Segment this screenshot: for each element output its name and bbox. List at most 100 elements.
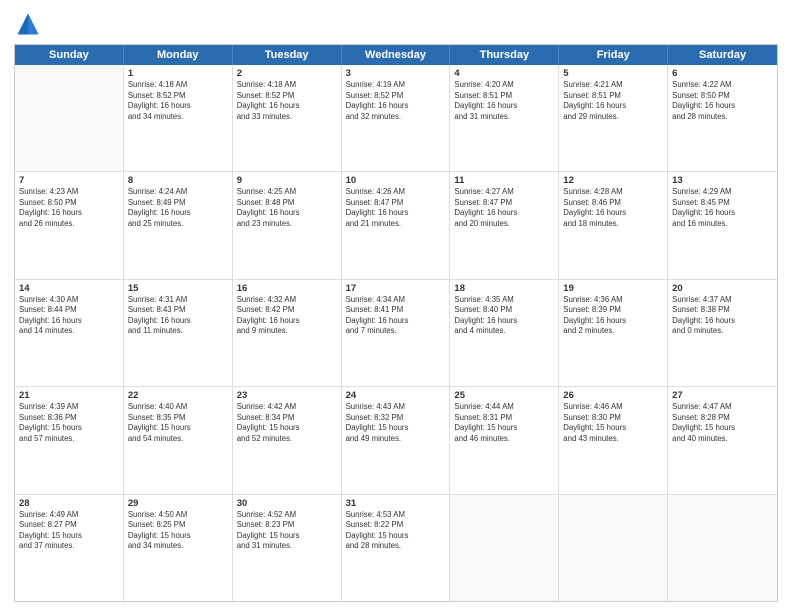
day-number: 29 [128,498,228,509]
day-info: Sunrise: 4:24 AM Sunset: 8:49 PM Dayligh… [128,187,228,229]
day-number: 7 [19,175,119,186]
calendar-cell: 8Sunrise: 4:24 AM Sunset: 8:49 PM Daylig… [124,172,233,278]
day-info: Sunrise: 4:40 AM Sunset: 8:35 PM Dayligh… [128,402,228,444]
day-number: 14 [19,283,119,294]
day-number: 24 [346,390,446,401]
calendar-cell: 27Sunrise: 4:47 AM Sunset: 8:28 PM Dayli… [668,387,777,493]
day-info: Sunrise: 4:34 AM Sunset: 8:41 PM Dayligh… [346,295,446,337]
calendar-cell: 19Sunrise: 4:36 AM Sunset: 8:39 PM Dayli… [559,280,668,386]
day-number: 27 [672,390,773,401]
day-info: Sunrise: 4:23 AM Sunset: 8:50 PM Dayligh… [19,187,119,229]
day-number: 25 [454,390,554,401]
day-number: 4 [454,68,554,79]
header-day-wednesday: Wednesday [342,45,451,65]
calendar-cell: 28Sunrise: 4:49 AM Sunset: 8:27 PM Dayli… [15,495,124,601]
day-number: 19 [563,283,663,294]
calendar-cell: 5Sunrise: 4:21 AM Sunset: 8:51 PM Daylig… [559,65,668,171]
calendar-cell: 31Sunrise: 4:53 AM Sunset: 8:22 PM Dayli… [342,495,451,601]
day-info: Sunrise: 4:22 AM Sunset: 8:50 PM Dayligh… [672,80,773,122]
day-info: Sunrise: 4:27 AM Sunset: 8:47 PM Dayligh… [454,187,554,229]
day-info: Sunrise: 4:28 AM Sunset: 8:46 PM Dayligh… [563,187,663,229]
calendar-cell [450,495,559,601]
day-info: Sunrise: 4:32 AM Sunset: 8:42 PM Dayligh… [237,295,337,337]
header-day-thursday: Thursday [450,45,559,65]
day-info: Sunrise: 4:19 AM Sunset: 8:52 PM Dayligh… [346,80,446,122]
day-number: 28 [19,498,119,509]
calendar-header: SundayMondayTuesdayWednesdayThursdayFrid… [15,45,777,65]
calendar-week-5: 28Sunrise: 4:49 AM Sunset: 8:27 PM Dayli… [15,495,777,601]
day-info: Sunrise: 4:37 AM Sunset: 8:38 PM Dayligh… [672,295,773,337]
calendar-cell: 10Sunrise: 4:26 AM Sunset: 8:47 PM Dayli… [342,172,451,278]
day-number: 8 [128,175,228,186]
day-info: Sunrise: 4:53 AM Sunset: 8:22 PM Dayligh… [346,510,446,552]
calendar-cell: 25Sunrise: 4:44 AM Sunset: 8:31 PM Dayli… [450,387,559,493]
day-info: Sunrise: 4:39 AM Sunset: 8:36 PM Dayligh… [19,402,119,444]
calendar-cell: 18Sunrise: 4:35 AM Sunset: 8:40 PM Dayli… [450,280,559,386]
calendar-cell: 13Sunrise: 4:29 AM Sunset: 8:45 PM Dayli… [668,172,777,278]
day-info: Sunrise: 4:49 AM Sunset: 8:27 PM Dayligh… [19,510,119,552]
day-info: Sunrise: 4:43 AM Sunset: 8:32 PM Dayligh… [346,402,446,444]
calendar-cell: 15Sunrise: 4:31 AM Sunset: 8:43 PM Dayli… [124,280,233,386]
day-number: 11 [454,175,554,186]
calendar-week-4: 21Sunrise: 4:39 AM Sunset: 8:36 PM Dayli… [15,387,777,494]
day-info: Sunrise: 4:18 AM Sunset: 8:52 PM Dayligh… [237,80,337,122]
day-info: Sunrise: 4:36 AM Sunset: 8:39 PM Dayligh… [563,295,663,337]
calendar-cell [668,495,777,601]
logo-icon [14,10,42,38]
header-day-friday: Friday [559,45,668,65]
day-number: 20 [672,283,773,294]
header [14,10,778,38]
calendar-cell: 29Sunrise: 4:50 AM Sunset: 8:25 PM Dayli… [124,495,233,601]
calendar-cell: 22Sunrise: 4:40 AM Sunset: 8:35 PM Dayli… [124,387,233,493]
day-number: 12 [563,175,663,186]
calendar-cell [15,65,124,171]
day-info: Sunrise: 4:25 AM Sunset: 8:48 PM Dayligh… [237,187,337,229]
header-day-monday: Monday [124,45,233,65]
calendar-cell: 9Sunrise: 4:25 AM Sunset: 8:48 PM Daylig… [233,172,342,278]
day-number: 2 [237,68,337,79]
day-number: 6 [672,68,773,79]
day-number: 13 [672,175,773,186]
page: SundayMondayTuesdayWednesdayThursdayFrid… [0,0,792,612]
day-info: Sunrise: 4:31 AM Sunset: 8:43 PM Dayligh… [128,295,228,337]
calendar-cell: 26Sunrise: 4:46 AM Sunset: 8:30 PM Dayli… [559,387,668,493]
calendar-cell: 2Sunrise: 4:18 AM Sunset: 8:52 PM Daylig… [233,65,342,171]
calendar-cell: 20Sunrise: 4:37 AM Sunset: 8:38 PM Dayli… [668,280,777,386]
day-number: 23 [237,390,337,401]
calendar-cell: 1Sunrise: 4:18 AM Sunset: 8:52 PM Daylig… [124,65,233,171]
calendar-week-2: 7Sunrise: 4:23 AM Sunset: 8:50 PM Daylig… [15,172,777,279]
calendar-cell: 14Sunrise: 4:30 AM Sunset: 8:44 PM Dayli… [15,280,124,386]
day-info: Sunrise: 4:42 AM Sunset: 8:34 PM Dayligh… [237,402,337,444]
day-info: Sunrise: 4:26 AM Sunset: 8:47 PM Dayligh… [346,187,446,229]
day-info: Sunrise: 4:21 AM Sunset: 8:51 PM Dayligh… [563,80,663,122]
day-info: Sunrise: 4:52 AM Sunset: 8:23 PM Dayligh… [237,510,337,552]
day-number: 3 [346,68,446,79]
header-day-saturday: Saturday [668,45,777,65]
day-info: Sunrise: 4:20 AM Sunset: 8:51 PM Dayligh… [454,80,554,122]
day-number: 26 [563,390,663,401]
day-info: Sunrise: 4:29 AM Sunset: 8:45 PM Dayligh… [672,187,773,229]
calendar-cell: 23Sunrise: 4:42 AM Sunset: 8:34 PM Dayli… [233,387,342,493]
day-number: 31 [346,498,446,509]
day-number: 17 [346,283,446,294]
calendar-week-1: 1Sunrise: 4:18 AM Sunset: 8:52 PM Daylig… [15,65,777,172]
day-number: 18 [454,283,554,294]
calendar-cell: 3Sunrise: 4:19 AM Sunset: 8:52 PM Daylig… [342,65,451,171]
day-info: Sunrise: 4:44 AM Sunset: 8:31 PM Dayligh… [454,402,554,444]
calendar-cell: 4Sunrise: 4:20 AM Sunset: 8:51 PM Daylig… [450,65,559,171]
day-info: Sunrise: 4:50 AM Sunset: 8:25 PM Dayligh… [128,510,228,552]
day-number: 5 [563,68,663,79]
calendar-cell: 11Sunrise: 4:27 AM Sunset: 8:47 PM Dayli… [450,172,559,278]
day-number: 21 [19,390,119,401]
day-info: Sunrise: 4:46 AM Sunset: 8:30 PM Dayligh… [563,402,663,444]
header-day-tuesday: Tuesday [233,45,342,65]
calendar-cell: 16Sunrise: 4:32 AM Sunset: 8:42 PM Dayli… [233,280,342,386]
day-info: Sunrise: 4:47 AM Sunset: 8:28 PM Dayligh… [672,402,773,444]
calendar-cell: 12Sunrise: 4:28 AM Sunset: 8:46 PM Dayli… [559,172,668,278]
day-number: 16 [237,283,337,294]
logo [14,10,46,38]
day-number: 15 [128,283,228,294]
day-info: Sunrise: 4:30 AM Sunset: 8:44 PM Dayligh… [19,295,119,337]
day-number: 10 [346,175,446,186]
day-info: Sunrise: 4:35 AM Sunset: 8:40 PM Dayligh… [454,295,554,337]
